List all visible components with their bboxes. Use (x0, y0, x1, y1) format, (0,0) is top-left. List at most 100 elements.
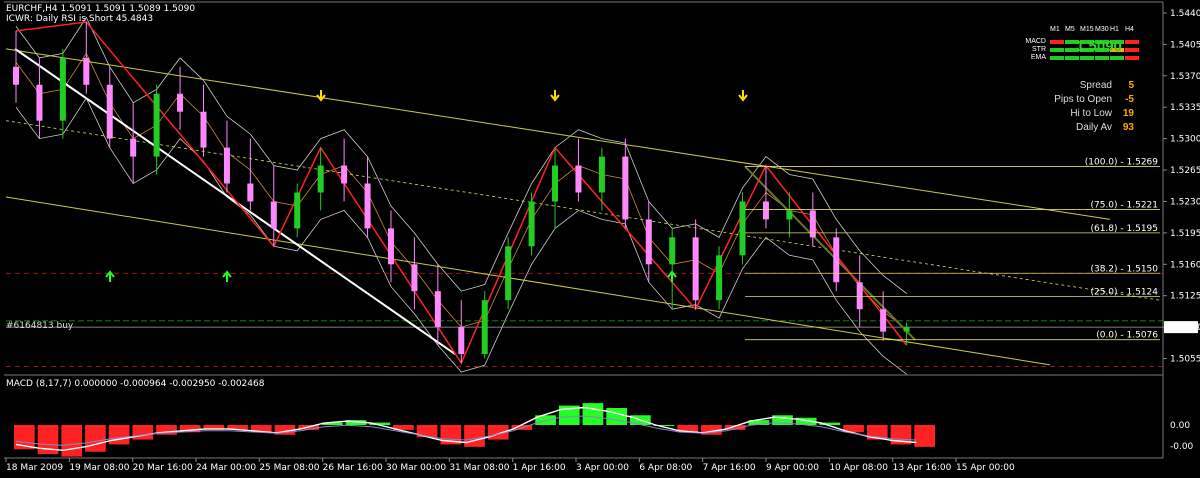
candle-body (458, 327, 465, 355)
signal-cell (1125, 40, 1139, 44)
macd-histogram-bar (914, 425, 935, 447)
time-axis-tick-label: 9 Apr 00:00 (766, 463, 819, 473)
candle-body (645, 219, 652, 265)
stat-label: Daily Av (1076, 122, 1112, 133)
time-axis-tick-label: 6 Apr 08:00 (639, 463, 692, 473)
candle-body (36, 84, 43, 121)
signal-cell (1050, 40, 1064, 44)
candle-body (880, 309, 887, 332)
signal-cell (1065, 56, 1079, 60)
candle-body (505, 246, 512, 301)
stat-row: Daily Av 93 (1026, 122, 1138, 136)
macd-histogram-bar (132, 425, 154, 440)
macd-histogram-bar (606, 408, 627, 425)
time-axis-tick-label: 3 Apr 00:00 (576, 463, 629, 473)
candle-body (223, 147, 230, 184)
price-axis-tick-label: 1.5300 (1170, 135, 1200, 145)
timeframe-header: M15 (1080, 26, 1094, 33)
candle-body (364, 183, 371, 229)
stat-value: 5 (1128, 80, 1134, 91)
candle-body (130, 138, 137, 157)
timeframe-header: M1 (1050, 26, 1060, 33)
stat-row: Hi to Low 19 (1026, 108, 1138, 122)
candle-body (575, 165, 582, 193)
time-axis-tick-label: 30 Mar 00:00 (386, 463, 446, 473)
candle-body (786, 210, 793, 220)
time-axis-tick-label: 26 Mar 16:00 (323, 463, 383, 473)
macd-header: MACD (8,17,7) 0.000000 -0.000964 -0.0029… (6, 379, 265, 389)
chart-root: (100.0) - 1.5269 (75.0) - 1.5221 (61.8) - … (0, 0, 1200, 474)
fib-level-label: (25.0) - 1.5124 (1090, 288, 1158, 298)
candle-body (669, 237, 676, 265)
candle-body (739, 201, 746, 256)
timeframe-header: M5 (1065, 26, 1075, 33)
macd-histogram-bar (61, 425, 83, 457)
current-price-display: 1.5090 (1076, 38, 1122, 55)
time-axis-tick-label: 18 Mar 2009 (6, 463, 63, 473)
signal-cell (1095, 56, 1109, 60)
price-axis-tick-label: 1.5160 (1170, 260, 1200, 270)
indicator-row-label: MACD (1025, 38, 1046, 45)
fib-level-label: (100.0) - 1.5269 (1085, 157, 1159, 167)
order-label[interactable]: #6164813 buy (6, 321, 73, 331)
time-axis-tick-label: 25 Mar 08:00 (259, 463, 319, 473)
candle-body (411, 264, 418, 292)
time-axis-tick-label: 15 Apr 00:00 (956, 463, 1015, 473)
price-axis-tick-label: 1.5265 (1170, 166, 1200, 176)
fib-level-label: (38.2) - 1.5150 (1090, 264, 1158, 274)
current-price-tag: 1.5090 (1168, 323, 1200, 333)
candle-body (481, 300, 488, 355)
candle-body (622, 156, 629, 220)
signal-cell (1125, 48, 1139, 52)
candle-body (692, 237, 699, 301)
stat-row: Spread 5 (1026, 80, 1138, 94)
candle-body (177, 93, 184, 112)
candle-body (13, 66, 19, 85)
price-axis-tick-label: 1.5125 (1170, 292, 1200, 302)
price-axis-tick-label: 1.5405 (1170, 40, 1200, 50)
price-axis-tick-label: 1.5370 (1170, 72, 1200, 82)
price-axis-tick-label: 1.5230 (1170, 197, 1200, 207)
fib-level-label: (61.8) - 1.5195 (1090, 224, 1158, 234)
stat-label: Hi to Low (1070, 108, 1112, 119)
stat-value: 19 (1122, 108, 1134, 119)
candle-body (552, 165, 559, 202)
time-axis-tick-label: 7 Apr 16:00 (703, 463, 756, 473)
candle-body (59, 57, 66, 121)
indicator-row-label: EMA (1030, 54, 1046, 61)
time-axis-tick-label: 20 Mar 16:00 (133, 463, 193, 473)
timeframe-header: H1 (1110, 26, 1119, 33)
stat-value: -5 (1125, 94, 1134, 105)
candle-body (762, 201, 769, 220)
price-axis-tick-label: 1.5335 (1170, 103, 1200, 113)
candle-body (856, 282, 863, 310)
price-axis-tick-label: 1.5195 (1170, 229, 1200, 239)
macd-axis-label: 0.00 (1170, 421, 1190, 431)
candle-body (247, 183, 254, 202)
candle-body (153, 93, 160, 157)
signal-cell (1125, 56, 1139, 60)
timeframe-header: M30 (1095, 26, 1109, 33)
time-axis-tick-label: 1 Apr 16:00 (513, 463, 566, 473)
time-axis-tick-label: 10 Apr 08:00 (829, 463, 888, 473)
rsi-status-text: ICWR: Daily RSI is Short 45.4843 (6, 14, 154, 24)
fib-level-label: (0.0) - 1.5076 (1096, 331, 1158, 341)
stat-row: Pips to Open -5 (1026, 94, 1138, 108)
candle-body (833, 237, 840, 283)
stat-value: 93 (1122, 122, 1134, 133)
candle-body (270, 201, 277, 229)
macd-histogram-bar (108, 425, 130, 445)
time-axis-tick-label: 13 Apr 16:00 (893, 463, 952, 473)
candle-body (317, 165, 324, 193)
macd-axis-label: -0.00 (1170, 442, 1194, 452)
signal-cell (1110, 56, 1124, 60)
stat-label: Pips to Open (1054, 94, 1112, 105)
time-axis-tick-label: 19 Mar 08:00 (69, 463, 129, 473)
candle-body (598, 156, 605, 193)
macd-histogram-bar (464, 425, 485, 447)
candle-body (528, 201, 535, 247)
signal-cell (1050, 48, 1064, 52)
price-axis-tick-label: 1.5440 (1170, 9, 1200, 19)
candle-body (809, 210, 816, 238)
candle-body (200, 111, 207, 148)
